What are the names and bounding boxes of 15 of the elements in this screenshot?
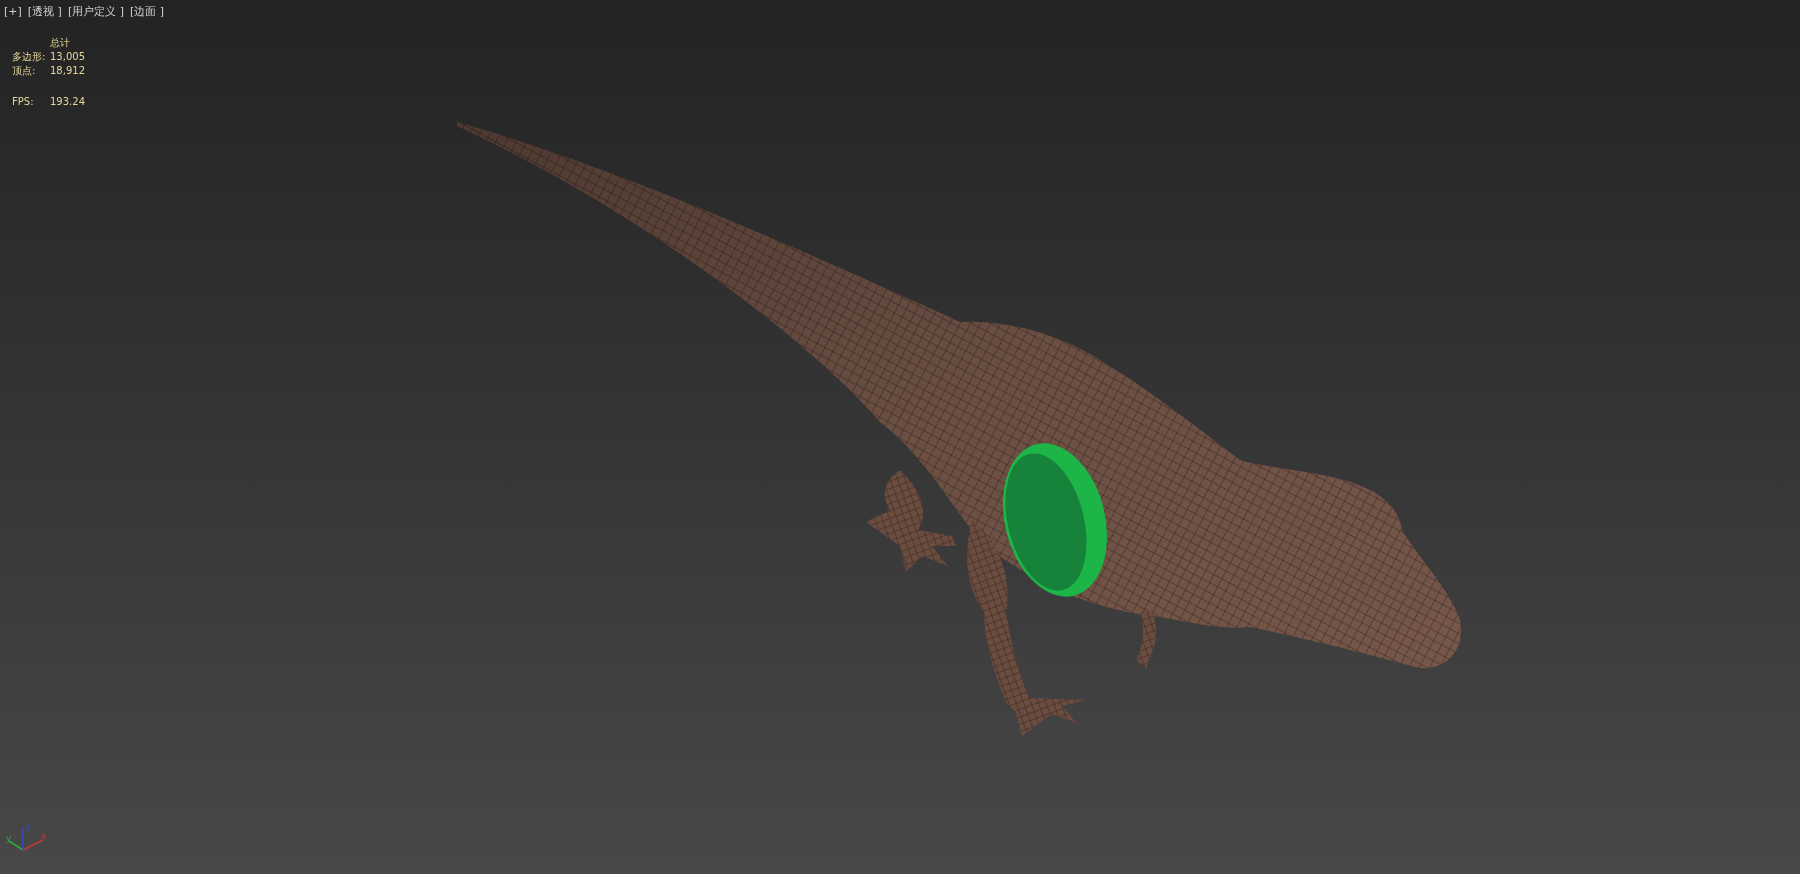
fps-value: 193.24	[50, 95, 85, 109]
fps-label: FPS:	[12, 95, 35, 109]
stat-label: 多边形:	[12, 50, 47, 64]
viewport-menu[interactable]: [边面 ]	[130, 5, 165, 18]
stat-value: 18,912	[50, 64, 85, 78]
axis-label: y	[6, 833, 12, 843]
axis-label: x	[41, 831, 47, 841]
viewport-menu[interactable]: [+]	[4, 5, 22, 18]
stat-label: 顶点:	[12, 64, 37, 78]
axis-label: z	[25, 822, 30, 832]
stats-heading: 总计	[50, 36, 71, 50]
axis-tripod-icon	[8, 827, 44, 851]
viewport-menu[interactable]: [用户定义 ]	[67, 5, 124, 18]
viewport-menu[interactable]: [透视 ]	[27, 5, 62, 18]
stat-value: 13,005	[50, 50, 85, 64]
